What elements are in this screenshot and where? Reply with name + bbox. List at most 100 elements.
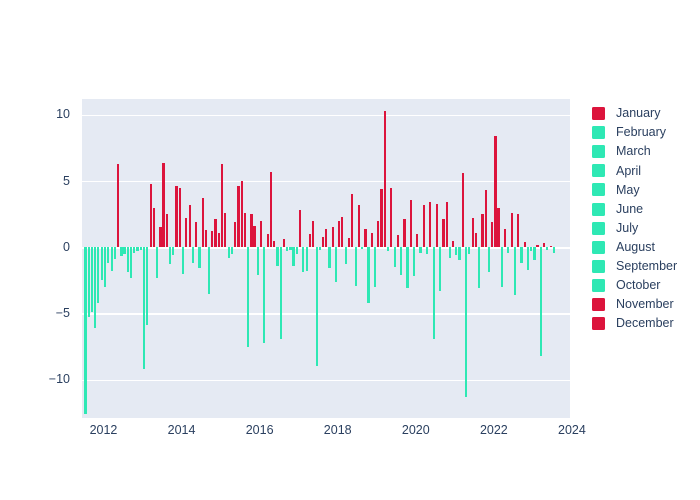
bar[interactable]: [510, 212, 513, 248]
bar[interactable]: [233, 222, 237, 248]
bar[interactable]: [217, 232, 221, 248]
bar[interactable]: [247, 247, 250, 347]
bar[interactable]: [438, 247, 442, 291]
bar[interactable]: [321, 236, 324, 248]
bar[interactable]: [393, 247, 396, 268]
bar[interactable]: [484, 190, 487, 248]
bar[interactable]: [452, 240, 455, 248]
bar[interactable]: [543, 243, 546, 248]
bar[interactable]: [432, 247, 435, 339]
legend-item-february[interactable]: February: [592, 123, 677, 142]
bar[interactable]: [419, 247, 422, 253]
bar[interactable]: [312, 220, 315, 248]
bar[interactable]: [149, 183, 152, 248]
bar[interactable]: [354, 247, 357, 286]
bar[interactable]: [360, 247, 363, 249]
legend-item-june[interactable]: June: [592, 199, 677, 218]
legend-item-september[interactable]: September: [592, 257, 677, 276]
bar[interactable]: [123, 247, 126, 254]
bar[interactable]: [155, 247, 159, 278]
legend-item-may[interactable]: May: [592, 180, 677, 199]
bar[interactable]: [308, 234, 312, 248]
bar[interactable]: [351, 194, 354, 248]
bar[interactable]: [399, 247, 403, 276]
bar[interactable]: [344, 247, 347, 265]
bar[interactable]: [185, 218, 188, 248]
bar[interactable]: [540, 247, 543, 356]
bar[interactable]: [87, 247, 90, 318]
legend-item-january[interactable]: January: [592, 104, 677, 123]
bar[interactable]: [100, 247, 103, 281]
bar[interactable]: [455, 247, 458, 256]
bar[interactable]: [442, 219, 445, 248]
bar[interactable]: [520, 247, 523, 264]
bar[interactable]: [172, 247, 175, 256]
bar[interactable]: [390, 187, 393, 248]
bar[interactable]: [367, 247, 370, 303]
bar[interactable]: [396, 235, 399, 248]
bar[interactable]: [221, 163, 224, 248]
bar[interactable]: [269, 171, 273, 248]
bar[interactable]: [286, 247, 289, 252]
bar[interactable]: [250, 214, 253, 248]
bar[interactable]: [240, 181, 243, 248]
bar[interactable]: [458, 247, 461, 261]
bar[interactable]: [487, 247, 490, 273]
bar[interactable]: [416, 234, 419, 248]
bar[interactable]: [201, 198, 204, 248]
bar[interactable]: [94, 247, 97, 328]
bar[interactable]: [237, 186, 240, 248]
bar[interactable]: [494, 136, 497, 248]
bar[interactable]: [198, 247, 201, 269]
bar[interactable]: [263, 247, 266, 343]
bar[interactable]: [507, 247, 510, 253]
bar[interactable]: [296, 247, 299, 254]
bar[interactable]: [386, 247, 390, 252]
bar[interactable]: [513, 247, 517, 295]
bar[interactable]: [471, 218, 474, 248]
bar[interactable]: [272, 240, 276, 248]
bar[interactable]: [331, 227, 334, 248]
bar[interactable]: [325, 228, 328, 248]
bar[interactable]: [227, 247, 230, 258]
bar[interactable]: [253, 226, 256, 248]
bar[interactable]: [491, 222, 494, 248]
bar[interactable]: [243, 212, 246, 248]
bar[interactable]: [188, 204, 191, 248]
bar[interactable]: [194, 222, 198, 248]
bar[interactable]: [461, 173, 465, 248]
bar[interactable]: [279, 247, 282, 339]
bar[interactable]: [103, 247, 107, 287]
bar[interactable]: [276, 247, 279, 266]
bar[interactable]: [328, 247, 331, 269]
bar[interactable]: [530, 247, 533, 252]
bar[interactable]: [110, 247, 113, 272]
bar[interactable]: [230, 247, 233, 254]
bar[interactable]: [497, 207, 500, 248]
legend-item-march[interactable]: March: [592, 142, 677, 161]
bar[interactable]: [533, 247, 536, 261]
legend-item-november[interactable]: November: [592, 295, 677, 314]
bar[interactable]: [211, 231, 214, 248]
bar[interactable]: [549, 245, 552, 248]
bar[interactable]: [445, 202, 448, 248]
bar[interactable]: [136, 247, 139, 252]
bar[interactable]: [191, 247, 194, 264]
bar[interactable]: [409, 199, 412, 248]
bar[interactable]: [413, 247, 416, 277]
bar[interactable]: [162, 162, 165, 248]
bar[interactable]: [120, 247, 123, 257]
bar[interactable]: [139, 247, 143, 250]
bar[interactable]: [169, 247, 172, 265]
bar[interactable]: [165, 214, 168, 248]
bar[interactable]: [526, 247, 529, 270]
bar[interactable]: [214, 219, 217, 248]
bar[interactable]: [256, 247, 260, 276]
bar[interactable]: [204, 230, 207, 248]
bar[interactable]: [182, 247, 185, 274]
bar[interactable]: [97, 247, 100, 303]
bar[interactable]: [146, 247, 149, 326]
bar[interactable]: [406, 247, 409, 289]
bar[interactable]: [126, 247, 129, 273]
bar[interactable]: [142, 247, 146, 369]
